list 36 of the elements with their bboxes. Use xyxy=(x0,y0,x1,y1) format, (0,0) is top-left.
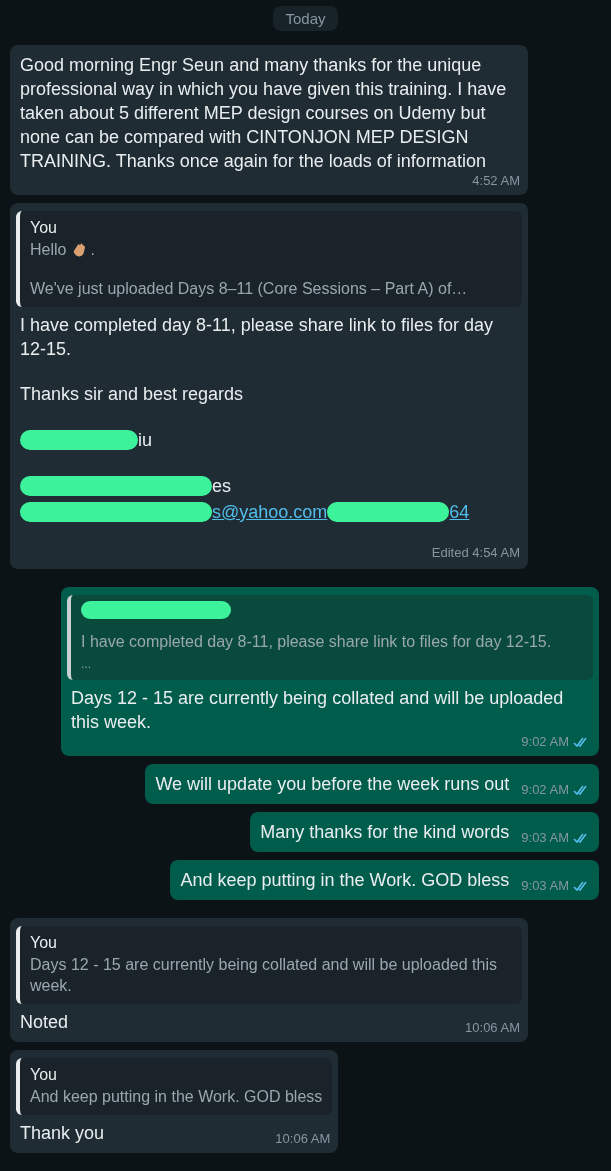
message-text: iu xyxy=(138,429,152,452)
message-time: 9:02 AM xyxy=(521,782,569,796)
quote-sender: You xyxy=(30,218,58,238)
message-time: 9:03 AM xyxy=(521,830,569,844)
message-text: Thanks sir and best regards xyxy=(20,383,244,406)
message-text: We will update you before the week runs out xyxy=(155,773,510,796)
message-text: I have completed day 8-11, please share link to files for day 12-15. xyxy=(20,314,494,361)
message-text: Thank you xyxy=(20,1122,105,1145)
message-time: 10:06 AM xyxy=(465,1020,520,1034)
message-text: Good morning Engr Seun and many thanks for the unique professional way in which you have given this training. I have taken about 5 different MEP design courses on Udemy but none can be compared with CINTONJON MEP DESIGN TRAINING. Thanks once again for the loads of information xyxy=(20,54,508,173)
message-text: Many thanks for the kind words xyxy=(260,821,510,844)
quote-text: . xyxy=(90,240,95,260)
quote-text: Days 12 - 15 are currently being collated and will be uploaded this week. xyxy=(30,955,498,996)
message-text: And keep putting in the Work. GOD bless xyxy=(180,869,510,892)
quote-text: We've just uploaded Days 8–11 (Core Sessions – Part A) of… xyxy=(30,279,469,299)
quoted-message[interactable]: You And keep putting in the Work. GOD bless xyxy=(16,1058,333,1115)
message-text: Days 12 - 15 are currently being collated and will be uploaded this week. xyxy=(71,687,565,734)
message-time: 4:52 AM xyxy=(472,173,520,187)
message-text: es xyxy=(212,475,231,498)
quote-sender: You xyxy=(30,933,58,953)
quote-text: And keep putting in the Work. GOD bless xyxy=(30,1087,323,1107)
email-link[interactable]: 64 xyxy=(449,500,470,524)
quoted-message[interactable]: You Days 12 - 15 are currently being collated and will be uploaded this week. xyxy=(16,926,522,1004)
message-time: 9:03 AM xyxy=(521,878,569,892)
quote-text: Hello xyxy=(30,240,67,260)
quote-sender: You xyxy=(30,1065,58,1085)
message-time: 10:06 AM xyxy=(275,1131,331,1145)
message-time: Edited 4:54 AM xyxy=(431,545,520,561)
more-indicator: ... xyxy=(81,656,92,672)
quoted-message[interactable]: You Hello . We've just uploaded Days 8–11 (Core Sessions – Part A) of… xyxy=(16,211,522,307)
email-link[interactable]: s@yahoo.com xyxy=(212,500,328,524)
message-time: 9:02 AM xyxy=(521,734,569,748)
date-chip: Today xyxy=(273,6,338,31)
quoted-message[interactable]: I have completed day 8-11, please share link to files for day 12-15. ... xyxy=(67,595,593,680)
quote-text: I have completed day 8-11, please share link to files for day 12-15. xyxy=(81,632,553,652)
message-text: Noted xyxy=(20,1011,69,1034)
